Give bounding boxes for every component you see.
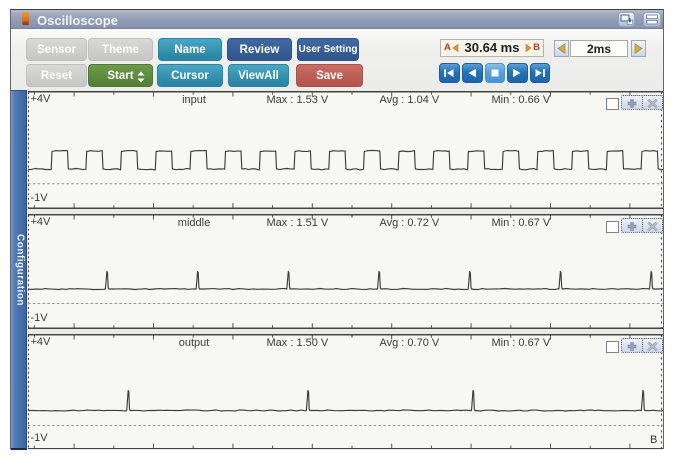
svg-text:B: B xyxy=(650,434,657,446)
